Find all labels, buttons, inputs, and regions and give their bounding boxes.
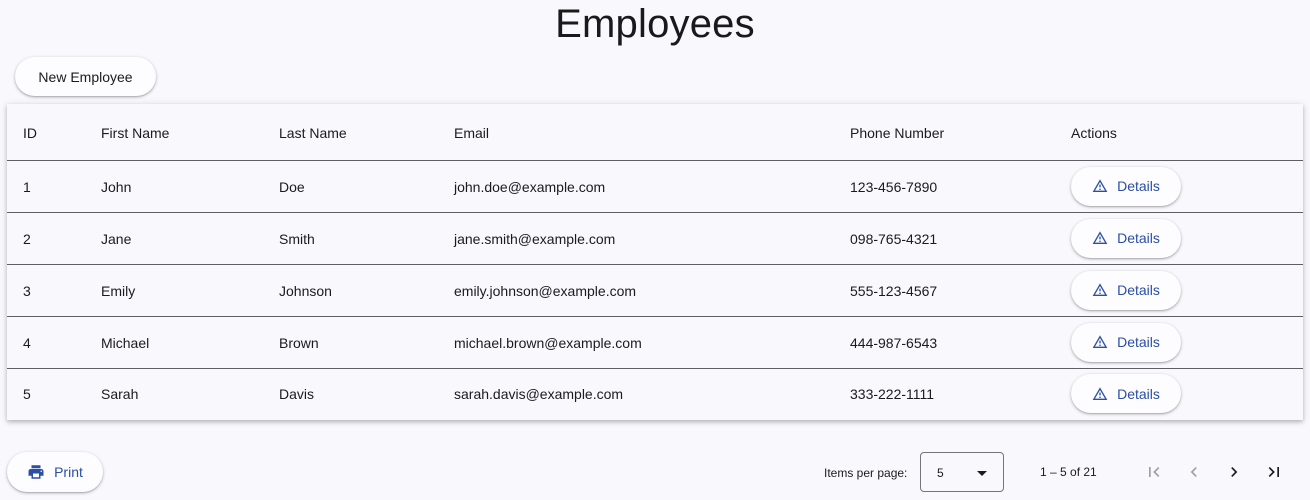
details-label: Details <box>1117 334 1160 350</box>
cell-email: john.doe@example.com <box>454 160 850 213</box>
employees-table: ID First Name Last Name Email Phone Numb… <box>7 104 1303 420</box>
cell-actions: Details <box>1071 316 1303 369</box>
print-label: Print <box>54 464 83 480</box>
chevron-down-icon <box>977 471 987 476</box>
chevron-right-icon <box>1231 467 1238 477</box>
cell-first-name: Jane <box>101 212 279 265</box>
table-header-row: ID First Name Last Name Email Phone Numb… <box>7 104 1303 161</box>
cell-phone: 123-456-7890 <box>850 160 1071 213</box>
details-button[interactable]: Details <box>1071 374 1181 414</box>
previous-page-button[interactable] <box>1174 452 1214 492</box>
cell-actions: Details <box>1071 160 1303 213</box>
cell-last-name: Johnson <box>279 264 454 317</box>
details-label: Details <box>1117 385 1160 402</box>
warning-triangle-icon <box>1092 335 1108 348</box>
table-row: 2 Jane Smith jane.smith@example.com 098-765-… <box>7 212 1303 265</box>
cell-actions: Details <box>1071 212 1303 265</box>
paginator: Items per page: 5 1 – 5 of 21 <box>820 452 1300 492</box>
cell-actions: Details <box>1071 368 1303 419</box>
table-row: 4 Michael Brown michael.brown@example.com 44… <box>7 316 1303 369</box>
chevron-left-icon <box>1190 467 1197 477</box>
column-header-last-name[interactable]: Last Name <box>279 104 454 161</box>
cell-email: michael.brown@example.com <box>454 316 850 369</box>
range-label: 1 – 5 of 21 <box>1040 465 1097 479</box>
cell-last-name: Smith <box>279 212 454 265</box>
cell-phone: 333-222-1111 <box>850 386 935 403</box>
warning-triangle-icon <box>1092 387 1108 400</box>
first-page-icon <box>1149 467 1160 477</box>
column-header-email[interactable]: Email <box>454 104 850 161</box>
cell-first-name: Sarah <box>101 386 139 403</box>
page-title: Employees <box>555 2 755 46</box>
warning-triangle-icon <box>1092 231 1108 244</box>
warning-triangle-icon <box>1092 283 1108 296</box>
cell-first-name: Michael <box>101 316 279 369</box>
items-per-page-select[interactable]: 5 <box>920 452 1004 492</box>
next-page-button[interactable] <box>1214 452 1254 492</box>
last-page-icon <box>1268 467 1279 477</box>
cell-first-name: Emily <box>101 264 279 317</box>
details-label: Details <box>1117 178 1160 194</box>
details-button[interactable]: Details <box>1071 322 1181 362</box>
first-page-button[interactable] <box>1134 452 1174 492</box>
table-row: 1 John Doe john.doe@example.com 123-456-7890… <box>7 160 1303 213</box>
cell-email: emily.johnson@example.com <box>454 264 850 317</box>
cell-id: 1 <box>7 160 101 213</box>
cell-actions: Details <box>1071 264 1303 317</box>
cell-phone: 555-123-4567 <box>850 264 1071 317</box>
cell-first-name: John <box>101 160 279 213</box>
column-header-id[interactable]: ID <box>7 104 101 161</box>
items-per-page-value: 5 <box>937 466 944 480</box>
table-row: 3 Emily Johnson emily.johnson@example.com 55… <box>7 264 1303 317</box>
last-page-button[interactable] <box>1254 452 1294 492</box>
details-label: Details <box>1117 230 1160 246</box>
cell-id: 3 <box>7 264 101 317</box>
cell-id: 5 <box>23 386 31 403</box>
details-button[interactable]: Details <box>1071 166 1181 206</box>
cell-phone: 444-987-6543 <box>850 316 1071 369</box>
print-button[interactable]: Print <box>7 452 103 492</box>
new-employee-button[interactable]: New Employee <box>15 57 156 96</box>
cell-email: sarah.davis@example.com <box>454 386 624 403</box>
details-button[interactable]: Details <box>1071 270 1181 310</box>
cell-last-name: Brown <box>279 316 454 369</box>
printer-icon <box>28 465 44 479</box>
items-per-page-label: Items per page: <box>824 466 908 480</box>
warning-triangle-icon <box>1092 179 1108 192</box>
cell-last-name: Doe <box>279 160 454 213</box>
details-label: Details <box>1117 282 1160 298</box>
cell-id: 4 <box>7 316 101 369</box>
cell-id: 2 <box>7 212 101 265</box>
column-header-phone[interactable]: Phone Number <box>850 104 1071 161</box>
cell-email: jane.smith@example.com <box>454 212 850 265</box>
column-header-actions: Actions <box>1071 104 1303 161</box>
table-row: 5 Sarah Davis sarah.davis@example.com 333-22… <box>7 368 1303 419</box>
cell-last-name: Davis <box>279 386 315 403</box>
details-button[interactable]: Details <box>1071 218 1181 258</box>
cell-phone: 098-765-4321 <box>850 212 1071 265</box>
column-header-first-name[interactable]: First Name <box>101 104 279 161</box>
